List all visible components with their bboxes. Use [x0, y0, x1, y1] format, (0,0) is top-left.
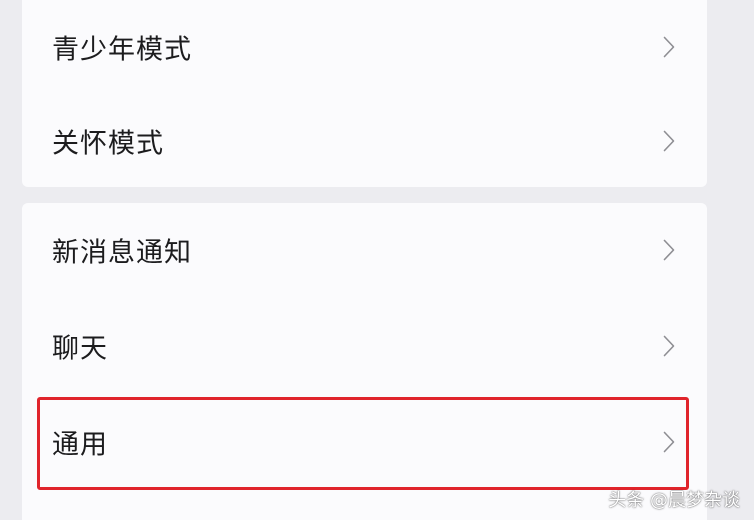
settings-item-label: 关怀模式	[52, 128, 164, 160]
settings-item-label: 聊天	[52, 333, 108, 365]
settings-item-label: 青少年模式	[52, 34, 192, 66]
settings-group-top: 青少年模式 关怀模式	[22, 0, 707, 187]
settings-item-care-mode[interactable]: 关怀模式	[22, 94, 707, 188]
settings-item-general[interactable]: 通用	[22, 395, 707, 489]
settings-item-label: 新消息通知	[52, 237, 192, 269]
settings-group-bottom: 新消息通知 聊天 通用	[22, 203, 707, 520]
chevron-right-icon	[663, 130, 675, 152]
chevron-right-icon	[663, 335, 675, 357]
chevron-right-icon	[663, 36, 675, 58]
settings-item-chat[interactable]: 聊天	[22, 299, 707, 393]
chevron-right-icon	[663, 239, 675, 261]
settings-item-teen-mode[interactable]: 青少年模式	[22, 0, 707, 94]
settings-item-new-message-notifications[interactable]: 新消息通知	[22, 203, 707, 297]
settings-item-label: 通用	[52, 429, 108, 461]
chevron-right-icon	[663, 431, 675, 453]
watermark: 头条 @晨梦杂谈	[608, 490, 740, 511]
